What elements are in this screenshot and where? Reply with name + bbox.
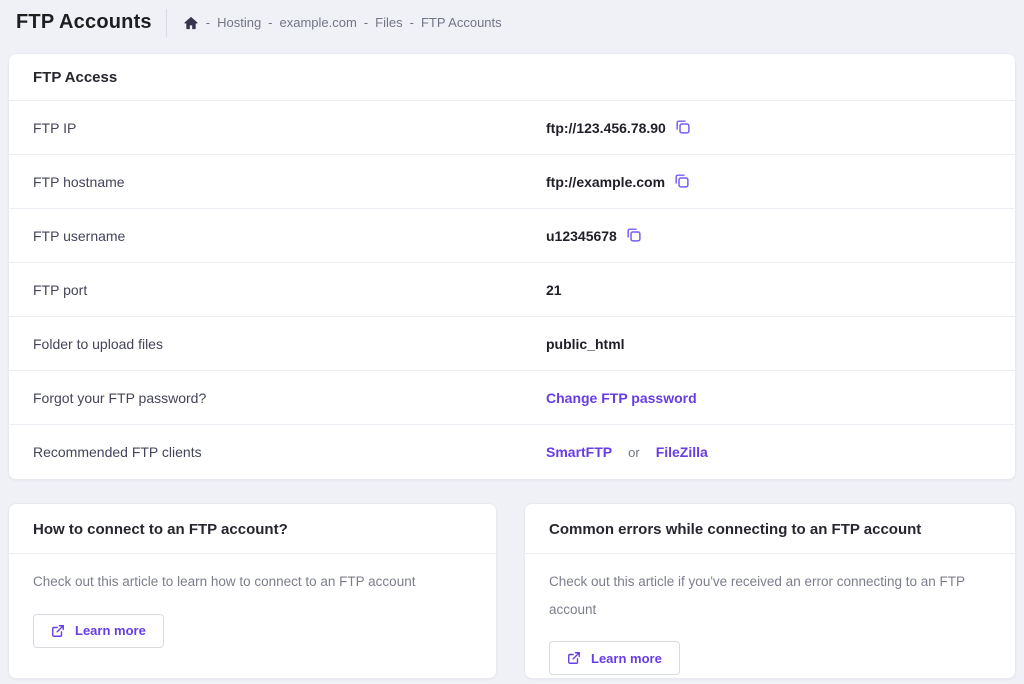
copy-icon <box>625 226 642 246</box>
learn-more-button-connect[interactable]: Learn more <box>33 613 164 648</box>
row-ftp-username: FTP username u12345678 <box>9 209 1015 263</box>
header-divider <box>165 8 167 37</box>
row-forgot-password: Forgot your FTP password? Change FTP pas… <box>9 371 1015 425</box>
breadcrumb: - Hosting - example.com - Files - FTP Ac… <box>183 15 502 31</box>
row-value: 21 <box>546 282 562 298</box>
page-header: FTP Accounts - Hosting - example.com - F… <box>0 0 1024 45</box>
how-to-connect-card: How to connect to an FTP account? Check … <box>8 503 497 679</box>
breadcrumb-separator: - <box>409 15 414 30</box>
row-label: Folder to upload files <box>33 335 163 352</box>
row-value: u12345678 <box>546 226 642 246</box>
breadcrumb-separator: - <box>205 15 211 30</box>
breadcrumb-item-hosting[interactable]: Hosting <box>217 15 261 30</box>
row-ftp-ip: FTP IP ftp://123.456.78.90 <box>9 101 1015 155</box>
page-title: FTP Accounts <box>16 11 152 33</box>
how-to-connect-body: Check out this article to learn how to c… <box>33 574 416 589</box>
ftp-access-card-header: FTP Access <box>9 54 1015 101</box>
row-value: ftp://123.456.78.90 <box>546 118 691 138</box>
upload-folder-value: public_html <box>546 335 625 352</box>
row-label: FTP IP <box>33 119 77 136</box>
smartftp-link[interactable]: SmartFTP <box>546 444 612 460</box>
common-errors-card: Common errors while connecting to an FTP… <box>524 503 1016 679</box>
row-label: Recommended FTP clients <box>33 444 202 460</box>
row-value: public_html <box>546 336 625 352</box>
home-icon[interactable] <box>183 15 199 31</box>
ftp-hostname-value: ftp://example.com <box>546 173 666 190</box>
external-link-icon <box>51 624 65 638</box>
learn-more-label: Learn more <box>591 650 662 666</box>
how-to-connect-title: How to connect to an FTP account? <box>33 521 288 538</box>
row-value: SmartFTP or FileZilla <box>546 444 708 460</box>
learn-more-button-errors[interactable]: Learn more <box>549 641 680 676</box>
row-label: FTP port <box>33 281 88 298</box>
ftp-ip-value: ftp://123.456.78.90 <box>546 119 666 136</box>
copy-icon <box>674 118 691 138</box>
ftp-access-card-title: FTP Access <box>33 69 118 86</box>
common-errors-body: Check out this article if you've receive… <box>549 574 965 617</box>
breadcrumb-item-files[interactable]: Files <box>375 15 402 30</box>
copy-ftp-username-button[interactable] <box>625 226 642 246</box>
breadcrumb-item-current: FTP Accounts <box>420 15 502 30</box>
row-recommended-clients: Recommended FTP clients SmartFTP or File… <box>9 425 1015 479</box>
external-link-icon <box>567 651 581 665</box>
learn-more-label: Learn more <box>75 623 146 639</box>
common-errors-title: Common errors while connecting to an FTP… <box>549 521 922 538</box>
row-label: FTP username <box>33 227 126 244</box>
row-ftp-port: FTP port 21 <box>9 263 1015 317</box>
row-label: Forgot your FTP password? <box>33 389 207 406</box>
row-ftp-hostname: FTP hostname ftp://example.com <box>9 155 1015 209</box>
info-cards-row: How to connect to an FTP account? Check … <box>8 503 1016 679</box>
info-card-header: How to connect to an FTP account? <box>9 504 496 554</box>
breadcrumb-separator: - <box>363 15 369 30</box>
row-value: ftp://example.com <box>546 172 690 192</box>
row-upload-folder: Folder to upload files public_html <box>9 317 1015 371</box>
change-ftp-password-link[interactable]: Change FTP password <box>546 390 697 406</box>
breadcrumb-item-domain[interactable]: example.com <box>280 15 357 30</box>
info-card-header: Common errors while connecting to an FTP… <box>525 504 1015 554</box>
row-value: Change FTP password <box>546 390 697 406</box>
copy-ftp-hostname-button[interactable] <box>673 172 690 192</box>
copy-ftp-ip-button[interactable] <box>674 118 691 138</box>
copy-icon <box>673 172 690 192</box>
filezilla-link[interactable]: FileZilla <box>656 444 708 460</box>
or-text: or <box>628 444 640 460</box>
row-label: FTP hostname <box>33 173 125 190</box>
breadcrumb-separator: - <box>268 15 273 30</box>
ftp-port-value: 21 <box>546 281 562 298</box>
ftp-access-card: FTP Access FTP IP ftp://123.456.78.90 FT… <box>8 53 1016 480</box>
ftp-username-value: u12345678 <box>546 227 617 244</box>
